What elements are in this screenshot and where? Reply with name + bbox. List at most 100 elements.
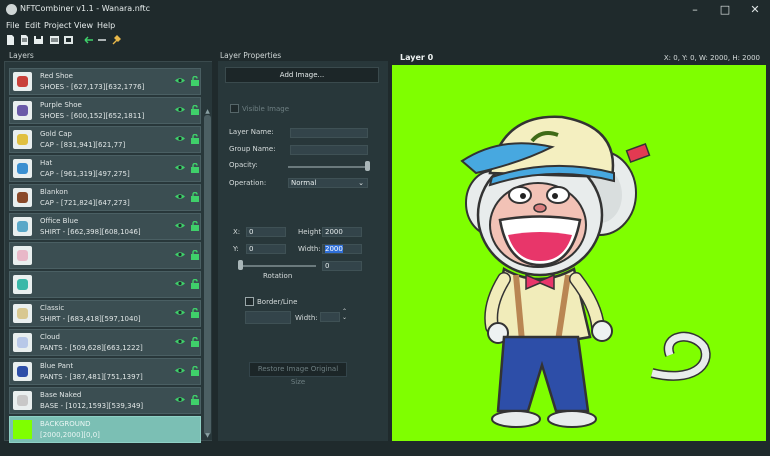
lock-icon[interactable]: [190, 105, 200, 115]
border-width-field[interactable]: [320, 312, 340, 322]
menu-bar: File Edit Project View Help: [0, 20, 770, 33]
open-file-icon[interactable]: [20, 35, 29, 45]
rotation-slider[interactable]: [238, 265, 316, 267]
scrollbar-thumb[interactable]: [204, 115, 211, 435]
window-title: NFTCombiner v1.1 - Wanara.nftc: [20, 4, 150, 13]
menu-view[interactable]: View: [74, 21, 93, 30]
minimize-button[interactable]: –: [684, 2, 706, 18]
lock-icon[interactable]: [190, 163, 200, 173]
x-field[interactable]: 0: [246, 227, 286, 237]
scroll-up-arrow[interactable]: ▲: [204, 108, 211, 115]
close-button[interactable]: ✕: [744, 2, 766, 18]
height-field[interactable]: 2000: [322, 227, 362, 237]
eye-icon[interactable]: [175, 135, 185, 142]
layer-meta: SHIRT - [662,398][608,1046]: [40, 228, 141, 236]
lock-icon[interactable]: [190, 76, 200, 86]
layer-thumbnail: [13, 246, 32, 265]
canvas[interactable]: [392, 65, 766, 441]
scroll-down-arrow[interactable]: ▼: [204, 432, 211, 439]
layer-meta: PANTS - [509,628][663,1222]: [40, 344, 143, 352]
eye-icon[interactable]: [175, 309, 185, 316]
group-name-field[interactable]: [290, 145, 368, 155]
menu-project[interactable]: Project: [44, 21, 71, 30]
visible-image-checkbox[interactable]: [230, 104, 239, 113]
eye-icon[interactable]: [175, 193, 185, 200]
eye-icon[interactable]: [175, 164, 185, 171]
lock-icon[interactable]: [190, 337, 200, 347]
lock-icon[interactable]: [190, 279, 200, 289]
y-field[interactable]: 0: [246, 244, 286, 254]
save-file-icon[interactable]: [34, 35, 43, 45]
eye-icon[interactable]: [175, 367, 185, 374]
operation-select[interactable]: Normal ⌄: [288, 178, 368, 188]
layer-name: Blue Pant: [40, 362, 74, 370]
layer-meta: BASE - [1012,1593][539,349]: [40, 402, 144, 410]
arrow-left-icon[interactable]: [84, 35, 93, 45]
arrow-right-icon[interactable]: [98, 35, 107, 45]
layer-thumbnail: [13, 333, 32, 352]
eye-icon[interactable]: [175, 106, 185, 113]
eye-icon[interactable]: [175, 280, 185, 287]
settings-icon[interactable]: [112, 35, 121, 45]
layer-item[interactable]: Base Naked BASE - [1012,1593][539,349]: [9, 387, 201, 414]
lock-icon[interactable]: [190, 366, 200, 376]
opacity-slider[interactable]: [288, 166, 370, 168]
monkey-nft-image: [460, 115, 711, 428]
layer-thumbnail: [13, 188, 32, 207]
layer-item[interactable]: BACKGROUND [2000,2000][0,0]: [9, 416, 201, 443]
layer-thumbnail: [13, 391, 32, 410]
layer-meta: SHOES - [627,173][632,1776]: [40, 83, 145, 91]
lock-icon[interactable]: [190, 395, 200, 405]
layer-name: Office Blue: [40, 217, 79, 225]
layer-thumbnail: [13, 72, 32, 91]
layer-meta: CAP - [721,824][647,273]: [40, 199, 130, 207]
eye-icon[interactable]: [175, 396, 185, 403]
layer-name: Classic: [40, 304, 65, 312]
layer-thumbnail: [13, 275, 32, 294]
lock-icon[interactable]: [190, 308, 200, 318]
lock-icon[interactable]: [190, 250, 200, 260]
layer-thumbnail: [13, 362, 32, 381]
save-all-icon[interactable]: [50, 35, 59, 45]
opacity-slider-handle[interactable]: [365, 161, 370, 171]
restore-size-button[interactable]: Restore Image Original Size: [249, 362, 347, 386]
layer-name: Purple Shoe: [40, 101, 82, 109]
rotation-field[interactable]: 0: [322, 261, 362, 271]
layer-name: Hat: [40, 159, 53, 167]
layer-item[interactable]: Classic SHIRT - [683,418][597,1040]: [9, 300, 201, 327]
layer-item[interactable]: Purple Shoe SHOES - [600,152][652,1811]: [9, 97, 201, 124]
eye-icon[interactable]: [175, 222, 185, 229]
layer-item[interactable]: [9, 242, 201, 269]
layer-item[interactable]: [9, 271, 201, 298]
lock-icon[interactable]: [190, 221, 200, 231]
opacity-label: Opacity:: [229, 161, 258, 169]
layer-item[interactable]: Hat CAP - [961,319][497,275]: [9, 155, 201, 182]
export-icon[interactable]: [64, 35, 73, 45]
border-line-checkbox[interactable]: [245, 297, 254, 306]
new-file-icon[interactable]: [6, 35, 15, 45]
height-value: 2000: [325, 228, 343, 236]
layer-item[interactable]: Cloud PANTS - [509,628][663,1222]: [9, 329, 201, 356]
layer-item[interactable]: Blue Pant PANTS - [387,481][751,1397]: [9, 358, 201, 385]
eye-icon[interactable]: [175, 77, 185, 84]
eye-icon[interactable]: [175, 338, 185, 345]
menu-help[interactable]: Help: [97, 21, 115, 30]
eye-icon[interactable]: [175, 251, 185, 258]
lock-icon[interactable]: [190, 134, 200, 144]
canvas-info: X: 0, Y: 0, W: 2000, H: 2000: [663, 54, 760, 62]
maximize-button[interactable]: □: [714, 2, 736, 18]
layer-name-field[interactable]: [290, 128, 368, 138]
border-color-field[interactable]: [245, 311, 291, 324]
layer-item[interactable]: Office Blue SHIRT - [662,398][608,1046]: [9, 213, 201, 240]
menu-file[interactable]: File: [6, 21, 19, 30]
layer-item[interactable]: Blankon CAP - [721,824][647,273]: [9, 184, 201, 211]
lock-icon[interactable]: [190, 192, 200, 202]
layer-meta: PANTS - [387,481][751,1397]: [40, 373, 143, 381]
menu-edit[interactable]: Edit: [25, 21, 41, 30]
layer-item[interactable]: Gold Cap CAP - [831,941][621,77]: [9, 126, 201, 153]
rotation-slider-handle[interactable]: [238, 260, 243, 270]
add-image-button[interactable]: Add Image...: [225, 67, 379, 83]
width-field[interactable]: 2000: [322, 244, 362, 254]
layer-item[interactable]: Red Shoe SHOES - [627,173][632,1776]: [9, 68, 201, 95]
border-width-spinner[interactable]: ⌃ ⌄: [342, 309, 347, 321]
